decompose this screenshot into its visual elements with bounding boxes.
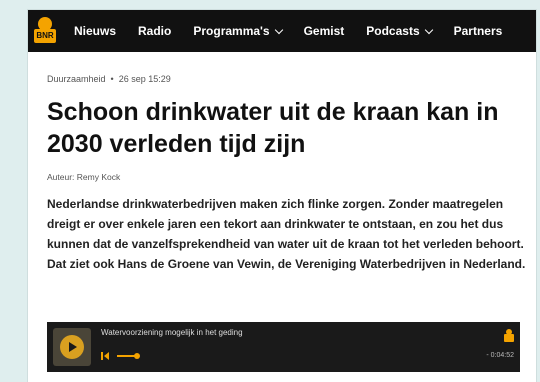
nav-item-label: Partners: [453, 24, 503, 38]
player-title: Watervoorziening mogelijk in het geding: [101, 328, 243, 337]
audio-player: Watervoorziening mogelijk in het geding …: [47, 322, 520, 372]
top-navigation: BNR Nieuws Radio Programma's Gemist Podc…: [28, 10, 536, 52]
nav-item-radio[interactable]: Radio: [138, 24, 171, 38]
nav-item-label: Nieuws: [74, 24, 117, 38]
article-title: Schoon drinkwater uit de kraan kan in 20…: [47, 98, 499, 158]
bnr-small-logo-icon: [504, 329, 514, 343]
nav-item-nieuws[interactable]: Nieuws: [74, 24, 116, 38]
publish-date: 26 sep 15:29: [118, 74, 171, 84]
logo-box-icon: [504, 334, 514, 342]
category-link[interactable]: Duurzaamheid: [47, 74, 106, 84]
skip-back-icon[interactable]: [101, 352, 103, 360]
chevron-down-icon: [274, 25, 283, 34]
article-meta: Duurzaamheid • 26 sep 15:29: [47, 74, 536, 84]
logo-text: BNR: [34, 29, 56, 43]
progress-handle[interactable]: [134, 353, 140, 359]
bnr-logo[interactable]: BNR: [34, 17, 56, 45]
nav-item-podcasts[interactable]: Podcasts: [366, 24, 433, 38]
article-lead: Nederlandse drinkwaterbedrijven maken zi…: [47, 197, 526, 271]
nav-item-gemist[interactable]: Gemist: [304, 24, 345, 38]
chevron-down-icon: [424, 25, 433, 34]
nav-item-label: Gemist: [303, 24, 345, 38]
nav-item-programmas[interactable]: Programma's: [193, 24, 283, 38]
nav-item-label: Radio: [138, 24, 172, 38]
article-author: Auteur: Remy Kock: [47, 172, 121, 182]
progress-track[interactable]: [117, 355, 135, 357]
meta-separator: •: [110, 74, 114, 84]
nav-item-label: Podcasts: [366, 24, 420, 38]
player-controls: [101, 352, 140, 360]
nav-item-label: Programma's: [193, 24, 270, 38]
player-thumbnail: [53, 328, 91, 366]
browser-page: BNR Nieuws Radio Programma's Gemist Podc…: [28, 10, 536, 382]
time-remaining: - 0:04:52: [486, 352, 514, 359]
play-icon: [69, 342, 77, 352]
skip-back-arrow-icon: [104, 352, 109, 360]
nav-item-partners[interactable]: Partners: [454, 24, 503, 38]
